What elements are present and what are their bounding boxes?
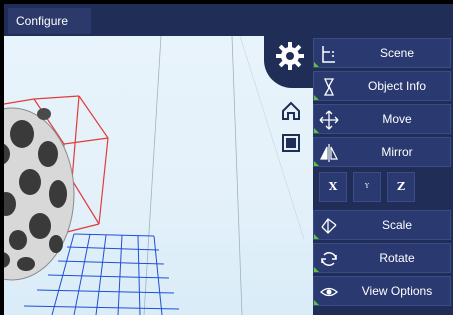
corner-marker — [314, 267, 319, 272]
scale-button[interactable]: Scale — [313, 210, 451, 240]
top-toolbar: Configure — [4, 4, 453, 36]
mirror-icon — [320, 144, 338, 162]
corner-marker — [314, 234, 319, 239]
configure-button[interactable]: Configure — [8, 8, 91, 34]
lattice-sphere-model — [4, 107, 75, 281]
mirror-y-button[interactable]: Y — [353, 172, 381, 202]
scene-tree-icon — [322, 46, 335, 63]
home-view-icon[interactable] — [280, 100, 302, 122]
rotate-button[interactable]: Rotate — [313, 243, 451, 273]
move-arrows-icon — [319, 110, 339, 130]
ortho-view-icon[interactable] — [280, 132, 302, 154]
mirror-x-button[interactable]: X — [319, 172, 347, 202]
eye-icon — [320, 287, 338, 297]
mirror-z-button[interactable]: Z — [387, 172, 415, 202]
rotate-icon — [321, 252, 337, 266]
move-button[interactable]: Move — [313, 104, 451, 134]
corner-marker — [314, 95, 319, 100]
scale-icon — [321, 218, 337, 234]
view-options-button[interactable]: View Options — [313, 276, 451, 306]
right-tool-panel: Scene Object Info Move Mirror X Y Z Scal… — [313, 36, 453, 315]
corner-marker — [314, 300, 319, 305]
mirror-axis-row: X Y Z — [313, 170, 451, 204]
corner-marker — [314, 128, 319, 133]
corner-marker — [314, 161, 319, 166]
scene-button[interactable]: Scene — [313, 38, 451, 68]
mirror-button[interactable]: Mirror — [313, 137, 451, 167]
object-info-button[interactable]: Object Info — [313, 71, 451, 101]
corner-marker — [314, 62, 319, 67]
gear-icon[interactable] — [274, 40, 306, 72]
object-info-icon — [323, 78, 335, 96]
